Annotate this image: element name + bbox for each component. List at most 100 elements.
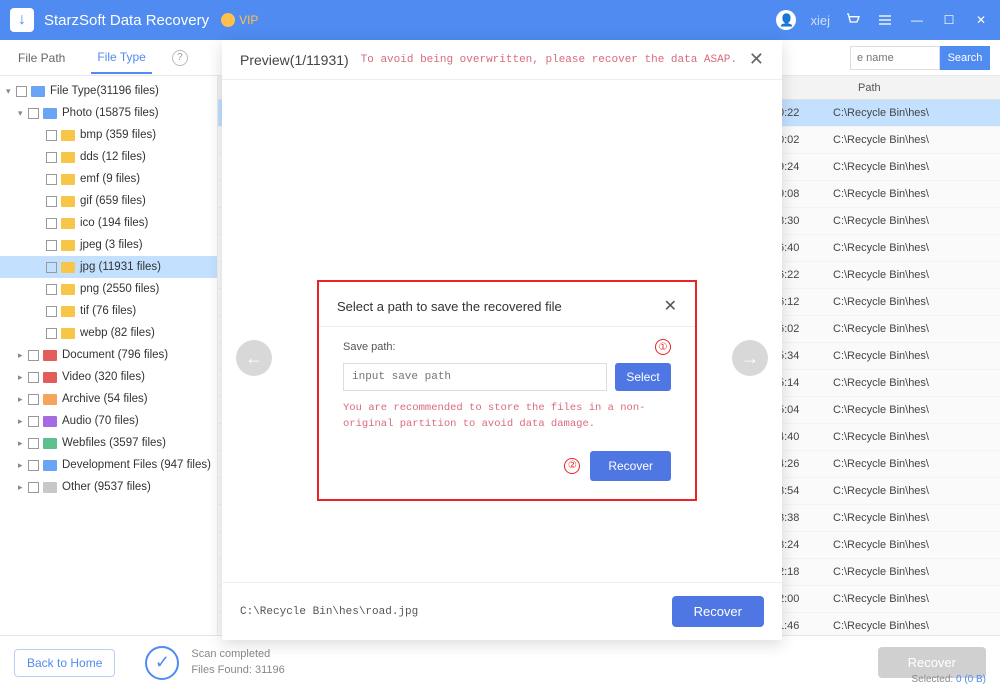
tree-webfiles[interactable]: ▸Webfiles (3597 files): [0, 432, 217, 454]
tree-dds[interactable]: dds (12 files): [0, 146, 217, 168]
tree-video[interactable]: ▸Video (320 files): [0, 366, 217, 388]
app-logo-icon: ↓: [10, 8, 34, 32]
row-time: 5:14: [778, 377, 833, 389]
back-home-button[interactable]: Back to Home: [14, 649, 115, 677]
tab-file-path[interactable]: File Path: [12, 43, 71, 73]
minimize-icon[interactable]: —: [908, 11, 926, 29]
preview-panel: Preview(1/11931) To avoid being overwrit…: [222, 40, 782, 640]
preview-warning: To avoid being overwritten, please recov…: [349, 54, 749, 66]
row-time: 6:12: [778, 296, 833, 308]
tree-gif[interactable]: gif (659 files): [0, 190, 217, 212]
tree-devfiles[interactable]: ▸Development Files (947 files): [0, 454, 217, 476]
row-path: C:\Recycle Bin\hes\: [833, 215, 1000, 227]
row-path: C:\Recycle Bin\hes\: [833, 539, 1000, 551]
dialog-recover-button[interactable]: Recover: [590, 451, 671, 481]
folder-icon: [61, 130, 75, 141]
dialog-close-icon[interactable]: ✕: [664, 296, 677, 316]
tree-photo[interactable]: ▾Photo (15875 files): [0, 102, 217, 124]
title-bar: ↓ StarzSoft Data Recovery VIP 👤 xiej — ☐…: [0, 0, 1000, 40]
user-avatar-icon[interactable]: 👤: [776, 10, 796, 30]
tree-webp[interactable]: webp (82 files): [0, 322, 217, 344]
tree-ico[interactable]: ico (194 files): [0, 212, 217, 234]
dialog-title: Select a path to save the recovered file: [337, 299, 562, 314]
folder-icon: [61, 152, 75, 163]
vip-label: VIP: [239, 13, 258, 27]
user-name[interactable]: xiej: [810, 13, 830, 28]
preview-prev-icon[interactable]: ←: [236, 340, 272, 376]
row-path: C:\Recycle Bin\hes\: [833, 269, 1000, 281]
tree-document[interactable]: ▸Document (796 files): [0, 344, 217, 366]
tab-file-type[interactable]: File Type: [91, 42, 151, 74]
tree-png[interactable]: png (2550 files): [0, 278, 217, 300]
row-time: 5:04: [778, 404, 833, 416]
bottom-bar: Back to Home ✓ Scan completed Files Foun…: [0, 635, 1000, 689]
maximize-icon[interactable]: ☐: [940, 11, 958, 29]
save-path-input[interactable]: [343, 363, 607, 391]
close-icon[interactable]: ✕: [972, 11, 990, 29]
annotation-marker-2: ②: [564, 458, 580, 474]
tree-jpeg[interactable]: jpeg (3 files): [0, 234, 217, 256]
search-button[interactable]: Search: [940, 46, 990, 70]
row-path: C:\Recycle Bin\hes\: [833, 107, 1000, 119]
selected-count: Selected: 0 (0 B): [912, 674, 987, 685]
preview-title: Preview(1/11931): [240, 52, 349, 68]
row-time: 3:24: [778, 539, 833, 551]
row-time: 3:38: [778, 512, 833, 524]
folder-icon: [43, 482, 57, 493]
row-time: 5:34: [778, 350, 833, 362]
row-path: C:\Recycle Bin\hes\: [833, 593, 1000, 605]
row-time: 4:40: [778, 431, 833, 443]
row-path: C:\Recycle Bin\hes\: [833, 188, 1000, 200]
tree-archive[interactable]: ▸Archive (54 files): [0, 388, 217, 410]
row-path: C:\Recycle Bin\hes\: [833, 485, 1000, 497]
row-path: C:\Recycle Bin\hes\: [833, 458, 1000, 470]
row-time: 1:46: [778, 620, 833, 632]
tree-emf[interactable]: emf (9 files): [0, 168, 217, 190]
row-path: C:\Recycle Bin\hes\: [833, 431, 1000, 443]
row-time: 2:00: [778, 593, 833, 605]
row-time: 8:30: [778, 215, 833, 227]
menu-icon[interactable]: [876, 11, 894, 29]
row-path: C:\Recycle Bin\hes\: [833, 404, 1000, 416]
preview-close-icon[interactable]: ✕: [749, 49, 764, 70]
row-path: C:\Recycle Bin\hes\: [833, 161, 1000, 173]
tree-audio[interactable]: ▸Audio (70 files): [0, 410, 217, 432]
preview-recover-button[interactable]: Recover: [672, 596, 764, 627]
vip-badge[interactable]: VIP: [221, 13, 258, 27]
row-path: C:\Recycle Bin\hes\: [833, 134, 1000, 146]
row-time: 9:24: [778, 161, 833, 173]
row-path: C:\Recycle Bin\hes\: [833, 296, 1000, 308]
row-time: 2:18: [778, 566, 833, 578]
tree-tif[interactable]: tif (76 files): [0, 300, 217, 322]
preview-next-icon[interactable]: →: [732, 340, 768, 376]
preview-filepath: C:\Recycle Bin\hes\road.jpg: [240, 606, 418, 618]
folder-icon: [61, 196, 75, 207]
row-path: C:\Recycle Bin\hes\: [833, 323, 1000, 335]
folder-icon: [43, 372, 57, 383]
row-time: 9:08: [778, 188, 833, 200]
folder-icon: [43, 416, 57, 427]
row-path: C:\Recycle Bin\hes\: [833, 566, 1000, 578]
folder-icon: [61, 306, 75, 317]
search-input[interactable]: [850, 46, 940, 70]
select-path-button[interactable]: Select: [615, 363, 671, 391]
folder-icon: [61, 174, 75, 185]
tree-bmp[interactable]: bmp (359 files): [0, 124, 217, 146]
tree-jpg[interactable]: jpg (11931 files): [0, 256, 217, 278]
folder-icon: [43, 460, 57, 471]
save-path-hint: You are recommended to store the files i…: [343, 401, 671, 433]
col-path[interactable]: Path: [858, 82, 881, 94]
cart-icon[interactable]: [844, 11, 862, 29]
row-time: 4:26: [778, 458, 833, 470]
folder-icon: [43, 350, 57, 361]
row-time: 6:40: [778, 242, 833, 254]
help-icon[interactable]: ?: [172, 50, 188, 66]
tree-root[interactable]: ▾File Type(31196 files): [0, 80, 217, 102]
vip-icon: [221, 13, 235, 27]
tree-other[interactable]: ▸Other (9537 files): [0, 476, 217, 498]
row-path: C:\Recycle Bin\hes\: [833, 620, 1000, 632]
folder-icon: [61, 240, 75, 251]
app-title: StarzSoft Data Recovery: [44, 12, 209, 29]
row-time: 3:54: [778, 485, 833, 497]
folder-icon: [43, 394, 57, 405]
